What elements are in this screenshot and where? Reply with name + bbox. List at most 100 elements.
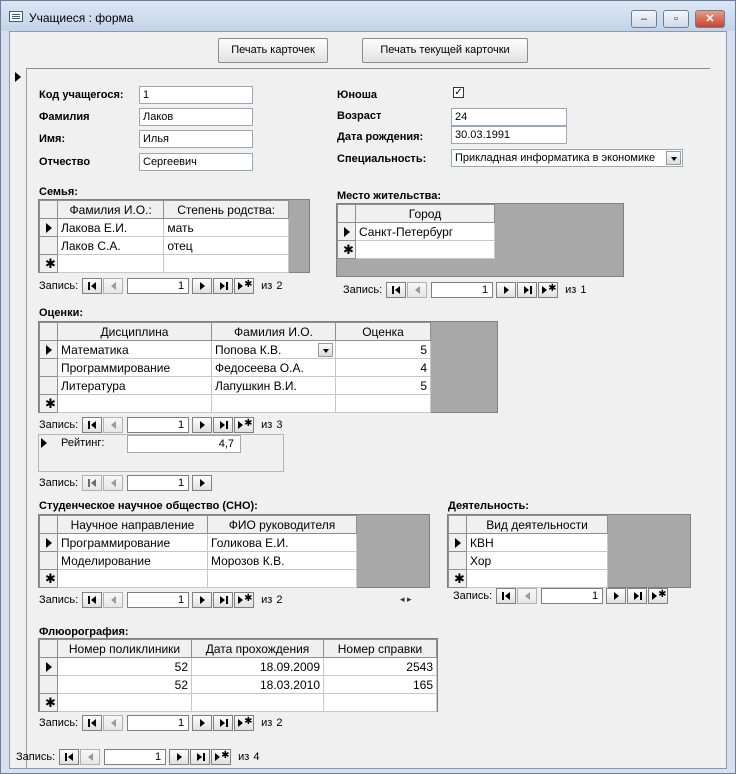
record-number-input[interactable]: 1 bbox=[127, 278, 190, 294]
current-row-icon bbox=[344, 227, 350, 237]
sno-subform: Научное направление ФИО руководителя Прог… bbox=[38, 514, 430, 588]
record-number-input[interactable]: 1 bbox=[431, 282, 494, 298]
age-label: Возраст bbox=[337, 110, 382, 122]
new-record-icon: ✱ bbox=[45, 571, 56, 586]
table-row: Литература Лапушкин В.И. 5 bbox=[39, 376, 431, 395]
next-record-button[interactable] bbox=[192, 417, 213, 433]
column-header[interactable]: Научное направление bbox=[57, 515, 208, 534]
table-row: Математика Попова К.В. 5 bbox=[39, 340, 431, 359]
new-record-button[interactable] bbox=[648, 588, 669, 604]
close-button[interactable]: ✕ bbox=[695, 10, 725, 28]
column-header[interactable]: ФИО руководителя bbox=[207, 515, 357, 534]
current-record-icon bbox=[41, 438, 47, 448]
last-record-button[interactable] bbox=[213, 417, 234, 433]
birth-date-field[interactable]: 30.03.1991 bbox=[451, 126, 567, 144]
new-record-button[interactable] bbox=[211, 749, 232, 765]
family-title: Семья: bbox=[39, 186, 78, 198]
maximize-button[interactable]: ▫ bbox=[663, 10, 689, 28]
prev-record-button[interactable] bbox=[103, 475, 124, 491]
prev-record-button[interactable] bbox=[103, 417, 124, 433]
column-header[interactable]: Номер справки bbox=[323, 639, 437, 658]
activity-grid: Вид деятельности КВН Хор ✱ bbox=[448, 515, 608, 588]
prev-record-button[interactable] bbox=[517, 588, 538, 604]
last-name-field[interactable]: Лаков bbox=[139, 108, 253, 126]
dropdown-arrow-icon[interactable] bbox=[666, 151, 681, 165]
activity-title: Деятельность: bbox=[448, 500, 529, 512]
next-record-button[interactable] bbox=[192, 592, 213, 608]
next-record-button[interactable] bbox=[192, 278, 213, 294]
print-cards-button[interactable]: Печать карточек bbox=[218, 38, 328, 63]
form-window: Учащиеся : форма ‒ ▫ ✕ Печать карточек П… bbox=[0, 0, 736, 774]
specialty-combo[interactable]: Прикладная информатика в экономике bbox=[451, 149, 683, 167]
new-row: ✱ bbox=[39, 693, 437, 712]
new-record-button[interactable] bbox=[234, 417, 255, 433]
new-record-button[interactable] bbox=[234, 278, 255, 294]
prev-record-button[interactable] bbox=[407, 282, 428, 298]
print-current-card-button[interactable]: Печать текущей карточки bbox=[362, 38, 528, 63]
column-header[interactable]: Город bbox=[355, 204, 495, 223]
record-total: 1 bbox=[580, 284, 587, 296]
first-record-button[interactable] bbox=[82, 715, 103, 731]
first-name-field[interactable]: Илья bbox=[139, 130, 253, 148]
sno-title: Студенческое научное общество (СНО): bbox=[39, 500, 258, 512]
next-record-button[interactable] bbox=[606, 588, 627, 604]
column-header[interactable]: Фамилия И.О. bbox=[211, 322, 336, 341]
last-record-button[interactable] bbox=[517, 282, 538, 298]
record-number-input[interactable]: 1 bbox=[541, 588, 604, 604]
last-record-button[interactable] bbox=[213, 278, 234, 294]
new-record-icon: ✱ bbox=[454, 571, 465, 586]
record-number-input[interactable]: 1 bbox=[127, 715, 190, 731]
record-number-input[interactable]: 1 bbox=[127, 475, 190, 491]
prev-record-button[interactable] bbox=[103, 715, 124, 731]
prev-record-button[interactable] bbox=[103, 592, 124, 608]
first-record-button[interactable] bbox=[386, 282, 407, 298]
new-record-button[interactable] bbox=[234, 715, 255, 731]
column-header[interactable]: Фамилия И.О.: bbox=[56, 200, 165, 219]
column-header[interactable]: Дата прохождения bbox=[191, 639, 324, 658]
dropdown-arrow-icon[interactable] bbox=[318, 343, 333, 357]
record-selector[interactable] bbox=[10, 68, 27, 768]
next-record-button[interactable] bbox=[192, 715, 213, 731]
first-record-button[interactable] bbox=[496, 588, 517, 604]
next-record-button[interactable] bbox=[192, 475, 213, 491]
record-number-input[interactable]: 1 bbox=[127, 417, 190, 433]
residence-title: Место жительства: bbox=[337, 190, 441, 202]
next-record-button[interactable] bbox=[496, 282, 517, 298]
prev-record-button[interactable] bbox=[103, 278, 124, 294]
rating-field[interactable]: 4,7 bbox=[127, 435, 241, 453]
column-header[interactable]: Дисциплина bbox=[57, 322, 212, 341]
current-row-icon bbox=[46, 223, 52, 233]
first-record-button[interactable] bbox=[82, 592, 103, 608]
prev-record-button[interactable] bbox=[80, 749, 101, 765]
last-record-button[interactable] bbox=[213, 715, 234, 731]
column-header[interactable]: Степень родства: bbox=[163, 200, 289, 219]
first-record-button[interactable] bbox=[82, 475, 103, 491]
horizontal-scroll-arrows-icon[interactable]: ◂ ▸ bbox=[400, 594, 412, 605]
residence-subform: Город Санкт-Петербург ✱ bbox=[336, 203, 624, 277]
age-field[interactable]: 24 bbox=[451, 108, 567, 126]
first-record-button[interactable] bbox=[82, 278, 103, 294]
last-record-button[interactable] bbox=[213, 592, 234, 608]
record-number-input[interactable]: 1 bbox=[104, 749, 167, 765]
column-header[interactable]: Номер поликлиники bbox=[57, 639, 192, 658]
record-number-input[interactable]: 1 bbox=[127, 592, 190, 608]
new-record-button[interactable] bbox=[234, 592, 255, 608]
male-checkbox[interactable]: ✓ bbox=[453, 87, 464, 98]
student-code-field[interactable]: 1 bbox=[139, 86, 253, 104]
column-header[interactable]: Оценка bbox=[335, 322, 431, 341]
last-name-label: Фамилия bbox=[39, 111, 90, 123]
minimize-button[interactable]: ‒ bbox=[631, 10, 657, 28]
patronymic-field[interactable]: Сергеевич bbox=[139, 153, 253, 171]
first-record-button[interactable] bbox=[82, 417, 103, 433]
student-code-label: Код учащегося: bbox=[39, 89, 124, 101]
next-record-button[interactable] bbox=[169, 749, 190, 765]
last-record-button[interactable] bbox=[190, 749, 211, 765]
fluoro-nav: Запись: 1 из2 bbox=[39, 713, 282, 733]
table-row: Программирование Голикова Е.И. bbox=[39, 533, 357, 552]
fluoro-subform: Номер поликлиники Дата прохождения Номер с… bbox=[38, 638, 438, 712]
first-record-button[interactable] bbox=[59, 749, 80, 765]
last-record-button[interactable] bbox=[627, 588, 648, 604]
column-header[interactable]: Вид деятельности bbox=[466, 515, 608, 534]
new-record-button[interactable] bbox=[538, 282, 559, 298]
record-total: 2 bbox=[276, 280, 283, 292]
